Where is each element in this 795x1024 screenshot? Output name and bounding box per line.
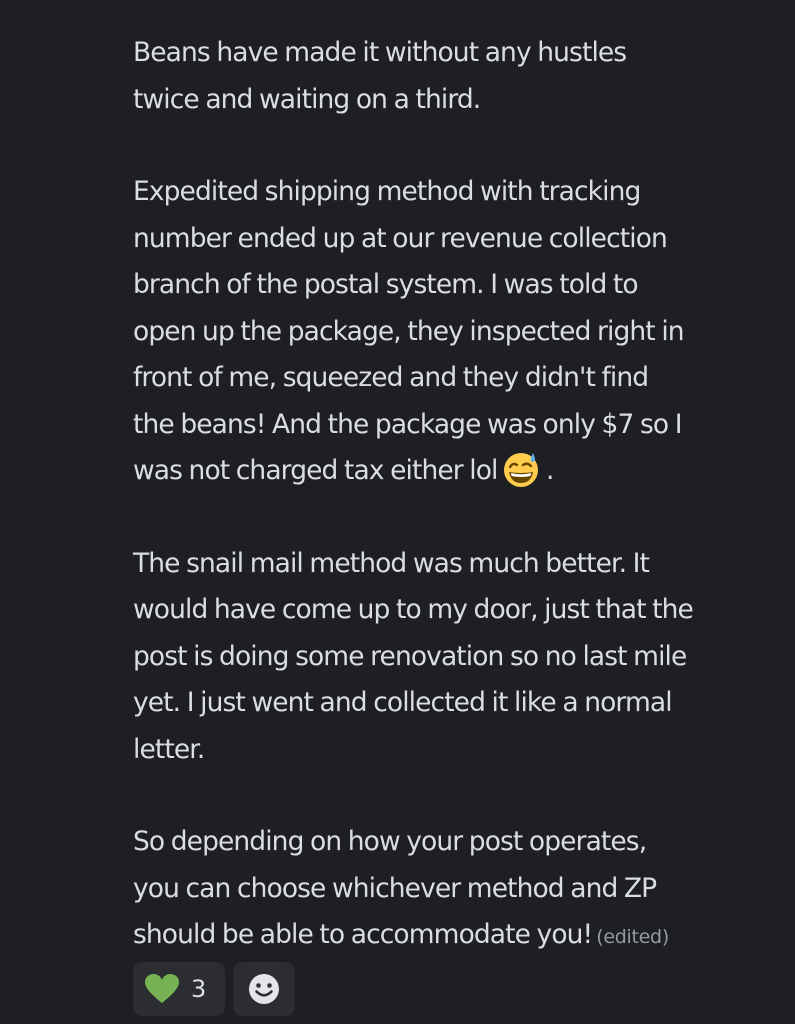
- message-line: letter.: [133, 733, 205, 765]
- add-reaction-button[interactable]: [233, 962, 295, 1016]
- message-line: the beans! And the package was only $7 s…: [133, 408, 683, 440]
- message-line: twice and waiting on a third.: [133, 83, 481, 115]
- message-line-with-edited: should be able to accommodate you! (edite…: [133, 912, 783, 961]
- message-line: post is doing some renovation so no last…: [133, 640, 687, 672]
- message-line: open up the package, they inspected righ…: [133, 315, 685, 347]
- edited-label: (edited): [596, 926, 669, 948]
- chat-message: Beans have made it without any hustles t…: [133, 30, 783, 961]
- green-heart-icon: [145, 974, 179, 1004]
- message-paragraph-1: Beans have made it without any hustles t…: [133, 30, 783, 123]
- message-paragraph-3: The snail mail method was much better. I…: [133, 541, 783, 774]
- message-line: So depending on how your post operates,: [133, 826, 647, 857]
- grinning-sweat-emoji-icon: [502, 450, 540, 488]
- message-line: branch of the postal system. I was told …: [133, 269, 639, 300]
- message-line: yet. I just went and collected it like a…: [133, 687, 673, 718]
- message-line: would have come up to my door, just that…: [133, 594, 694, 625]
- message-line: Beans have made it without any hustles: [133, 37, 627, 68]
- message-line-text: should be able to accommodate you!: [133, 919, 593, 950]
- message-line-text: was not charged tax either lol: [133, 455, 498, 486]
- message-line-with-emoji: was not charged tax either lol .: [133, 448, 783, 495]
- message-line: number ended up at our revenue collectio…: [133, 222, 668, 254]
- message-line: you can choose whichever method and ZP: [133, 872, 657, 904]
- reaction-count: 3: [191, 975, 207, 1003]
- message-line: The snail mail method was much better. I…: [133, 547, 650, 579]
- message-paragraph-4: So depending on how your post operates, …: [133, 819, 783, 961]
- message-line-text: .: [539, 455, 554, 486]
- message-paragraph-2: Expedited shipping method with tracking …: [133, 169, 783, 495]
- reaction-green-heart[interactable]: 3: [133, 962, 225, 1016]
- reactions-bar: 3: [133, 962, 295, 1016]
- message-line: Expedited shipping method with tracking: [133, 176, 641, 207]
- message-line: front of me, squeezed and they didn't fi…: [133, 362, 649, 393]
- add-reaction-icon: [247, 972, 281, 1006]
